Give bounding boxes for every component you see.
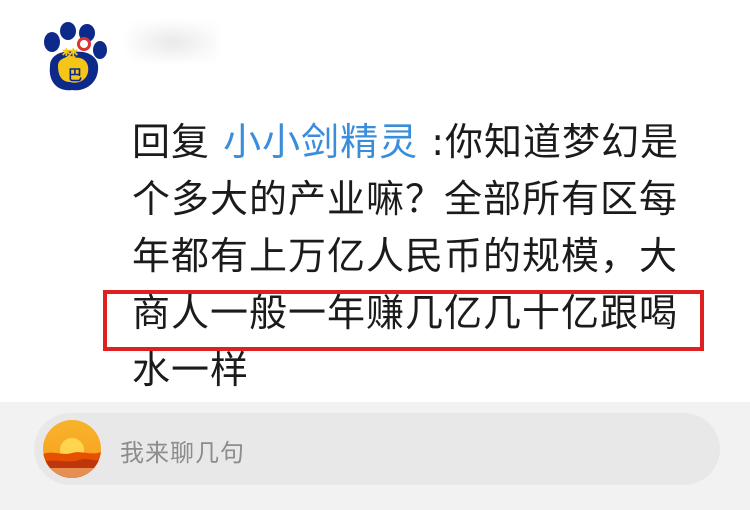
username-redacted [128,22,218,62]
comment-line-2: 个多大的产业嘛？全部所有区每 [132,177,679,221]
comment-line-1-rest: :你知道梦幻是 [431,120,680,164]
comment-line-1: 回复 小小剑精灵 :你知道梦幻是 [132,114,712,171]
svg-text:梦: 梦 [62,47,79,66]
svg-text:巴: 巴 [68,68,82,84]
comment-input-bar[interactable]: 我来聊几句 [34,413,720,485]
mention-link[interactable]: 小小剑精灵 [223,120,418,164]
sunset-avatar-icon [43,420,101,478]
comment-input-placeholder: 我来聊几句 [120,439,245,467]
reply-prefix: 回复 [132,120,211,164]
comment-text: 回复 小小剑精灵 :你知道梦幻是 个多大的产业嘛？全部所有区每 年都有上万亿人民… [132,114,712,399]
comment-card: 梦 巴 回复 小小剑精灵 :你知道梦幻是 个多大的产业嘛？全部所有区每 年都有上… [0,0,750,402]
author-avatar-icon[interactable]: 梦 巴 [40,22,108,94]
red-highlight-box [103,290,704,351]
comment-line-3: 年都有上万亿人民币的规模，大 [132,234,679,278]
